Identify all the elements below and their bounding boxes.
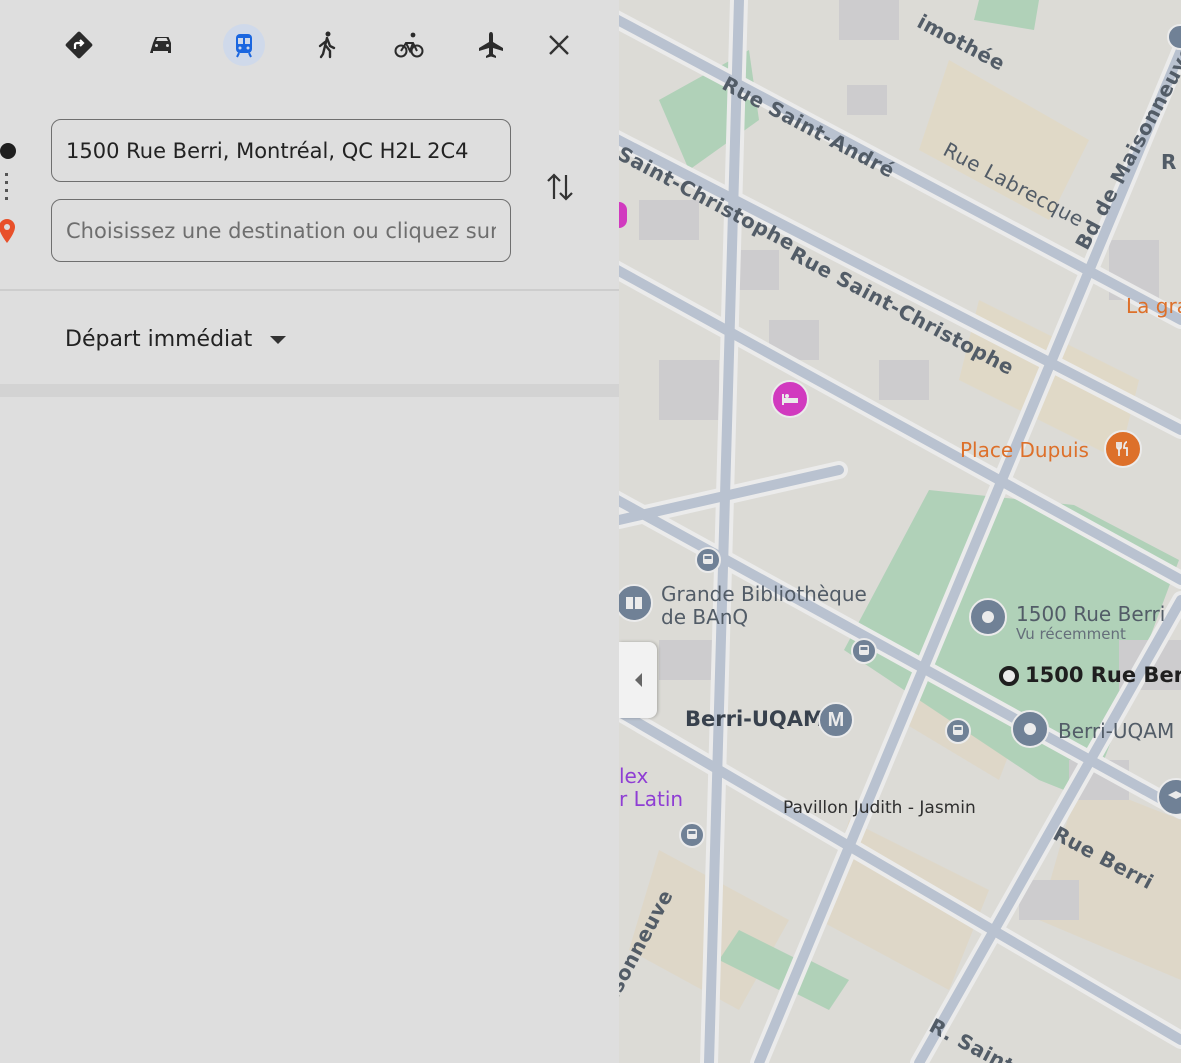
departure-time-dropdown[interactable]: Départ immédiat bbox=[65, 322, 287, 356]
cycling-mode-button[interactable] bbox=[388, 24, 430, 66]
destination-field[interactable] bbox=[51, 199, 511, 262]
directions-panel: Départ immédiat bbox=[0, 0, 619, 1063]
metro-marker[interactable]: M bbox=[818, 702, 854, 738]
poi-lex[interactable]: lex bbox=[619, 764, 648, 788]
bus-stop-marker[interactable] bbox=[695, 547, 721, 573]
car-icon bbox=[150, 37, 171, 53]
close-icon bbox=[549, 35, 569, 55]
transit-mode-button[interactable] bbox=[223, 24, 265, 66]
book-icon bbox=[626, 597, 642, 609]
collapse-arrow-icon bbox=[634, 673, 642, 687]
map-canvas[interactable]: imothée Rue Saint-André Rue Labrecque Bd… bbox=[619, 0, 1181, 1063]
street-label-r-top: R bbox=[1161, 150, 1177, 174]
fork-knife-icon bbox=[1116, 441, 1128, 456]
destination-input[interactable] bbox=[66, 218, 496, 243]
station-icon bbox=[1024, 723, 1036, 735]
caret-down-icon bbox=[270, 336, 287, 344]
transit-icon bbox=[236, 34, 252, 58]
airplane-icon bbox=[479, 32, 503, 58]
poi-berri-origin[interactable]: 1500 Rue Berri bbox=[1025, 663, 1181, 687]
swap-icon bbox=[547, 173, 573, 201]
poi-grande-bibliotheque-2[interactable]: de BAnQ bbox=[661, 605, 748, 629]
origin-dot-icon bbox=[0, 143, 16, 159]
recent-place-marker[interactable] bbox=[969, 598, 1007, 636]
bed-icon bbox=[782, 394, 798, 405]
origin-input[interactable] bbox=[66, 138, 496, 163]
poi-berri-recent[interactable]: 1500 Rue Berri bbox=[1016, 602, 1165, 626]
bicycle-icon bbox=[394, 32, 424, 58]
hotel-marker[interactable] bbox=[771, 380, 809, 418]
bus-stop-marker[interactable] bbox=[679, 822, 705, 848]
origin-field[interactable] bbox=[51, 119, 511, 182]
bus-stop-marker[interactable] bbox=[851, 638, 877, 664]
section-divider bbox=[0, 384, 619, 397]
school-icon bbox=[1168, 791, 1181, 799]
best-route-icon bbox=[65, 31, 93, 59]
flights-mode-button[interactable] bbox=[470, 24, 512, 66]
panel-divider bbox=[0, 289, 619, 291]
collapse-panel-button[interactable] bbox=[619, 642, 657, 718]
poi-grande-bibliotheque[interactable]: Grande Bibliothèque bbox=[661, 582, 867, 606]
swap-endpoints-button[interactable] bbox=[540, 166, 580, 208]
poi-pavillon[interactable]: Pavillon Judith - Jasmin bbox=[783, 798, 976, 818]
poi-berri-uqam-station[interactable]: Berri-UQAM bbox=[1058, 719, 1174, 743]
walking-icon bbox=[318, 31, 336, 59]
poi-berri-uqam-metro[interactable]: Berri-UQAM bbox=[685, 707, 824, 731]
bus-icon bbox=[687, 829, 697, 839]
close-button[interactable] bbox=[538, 24, 580, 66]
departure-time-label: Départ immédiat bbox=[65, 326, 253, 352]
map-base-layer bbox=[619, 0, 1181, 1063]
restaurant-marker[interactable] bbox=[1104, 430, 1142, 468]
metro-m-icon: M bbox=[827, 708, 845, 731]
poi-r-latin[interactable]: r Latin bbox=[619, 787, 683, 811]
driving-mode-button[interactable] bbox=[141, 24, 183, 66]
poi-vu-recemment: Vu récemment bbox=[1016, 625, 1126, 643]
poi-place-dupuis[interactable]: Place Dupuis bbox=[960, 438, 1089, 462]
poi-la-gra[interactable]: La gra bbox=[1126, 294, 1181, 318]
recent-place-icon bbox=[982, 611, 994, 623]
route-dots-icon bbox=[5, 173, 8, 203]
walking-mode-button[interactable] bbox=[305, 24, 347, 66]
station-marker[interactable] bbox=[1011, 710, 1049, 748]
bus-stop-marker[interactable] bbox=[945, 718, 971, 744]
origin-map-marker[interactable] bbox=[999, 666, 1019, 686]
bus-icon bbox=[859, 645, 869, 655]
best-route-button[interactable] bbox=[58, 24, 100, 66]
bus-icon bbox=[953, 725, 963, 735]
hotel-marker-partial[interactable] bbox=[619, 202, 627, 228]
destination-pin-icon bbox=[0, 219, 15, 243]
bus-icon bbox=[703, 554, 713, 564]
